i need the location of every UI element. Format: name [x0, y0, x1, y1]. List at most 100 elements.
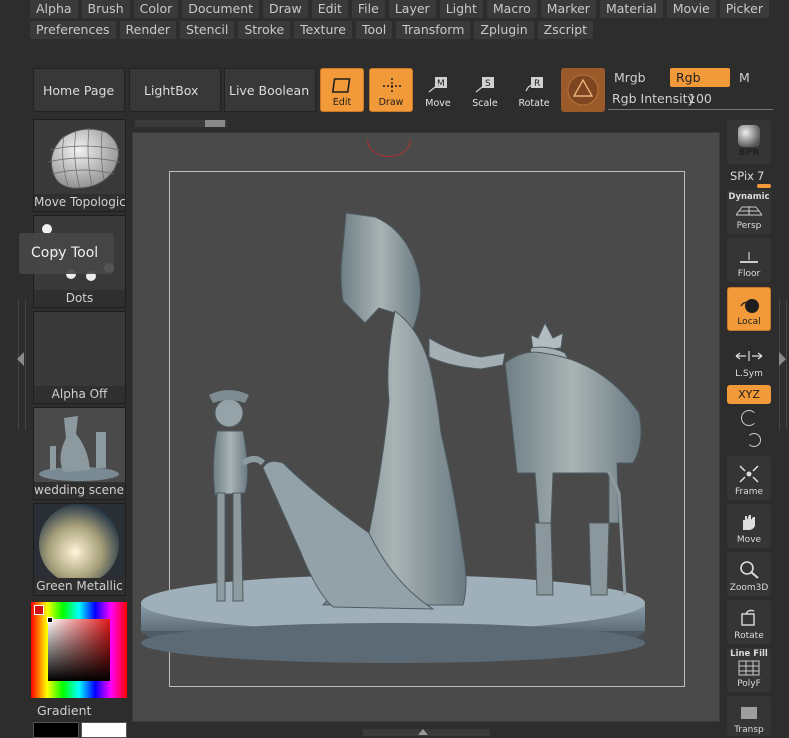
edit-icon	[332, 78, 351, 93]
rotate-icon: R	[525, 77, 543, 92]
menu-movie[interactable]: Movie	[666, 0, 716, 18]
canvas-scroll-indicator[interactable]	[135, 120, 227, 127]
menu-stencil[interactable]: Stencil	[180, 21, 235, 39]
edit-label: Edit	[332, 97, 352, 108]
menu-stroke[interactable]: Stroke	[238, 21, 291, 39]
linefill-label: Line Fill	[730, 649, 768, 659]
menu-material[interactable]: Material	[599, 0, 663, 18]
tool-label: wedding scene t	[34, 482, 125, 499]
menu-marker[interactable]: Marker	[540, 0, 596, 18]
scale-label: Scale	[472, 98, 498, 109]
spix-value: 7	[757, 169, 765, 183]
zoom-icon	[740, 561, 759, 579]
svg-text:R: R	[534, 79, 540, 89]
menu-zscript[interactable]: Zscript	[537, 21, 594, 39]
live-boolean-button[interactable]: Live Boolean	[224, 68, 316, 112]
color-picker-square[interactable]	[48, 619, 110, 681]
gradient-label[interactable]: Gradient	[37, 703, 91, 718]
menu-render[interactable]: Render	[119, 21, 177, 39]
rotate-y-icon[interactable]	[741, 410, 757, 426]
menu-brush[interactable]: Brush	[81, 0, 130, 18]
rgb-intensity-slider[interactable]: Rgb Intensity 100	[608, 89, 773, 110]
frame-label: Frame	[734, 487, 764, 497]
transp-button[interactable]: Transp	[727, 696, 771, 736]
menu-texture[interactable]: Texture	[294, 21, 352, 39]
move-button[interactable]: M Move	[416, 68, 460, 112]
move-label: Move	[425, 98, 451, 109]
menu-macro[interactable]: Macro	[486, 0, 537, 18]
persp-label: Persp	[736, 221, 762, 231]
material-slot[interactable]: Green Metallic	[33, 503, 126, 596]
menu-alpha[interactable]: Alpha	[30, 0, 78, 18]
floor-icon	[740, 252, 758, 263]
menu-light[interactable]: Light	[439, 0, 483, 18]
brush-label: Move Topological	[34, 194, 125, 211]
menu-transform[interactable]: Transform	[396, 21, 471, 39]
color-picker-cursor[interactable]	[47, 617, 53, 623]
alpha-slot[interactable]: Alpha Off	[33, 311, 126, 404]
green-metallic-sphere-icon	[34, 504, 125, 580]
bpr-button[interactable]: BPR	[727, 120, 771, 164]
local-button[interactable]: Local	[727, 287, 771, 331]
dynamic-label: Dynamic	[728, 192, 770, 202]
move-icon: M	[428, 77, 447, 93]
right-tray-arrow-icon[interactable]	[779, 352, 786, 366]
tool-slot[interactable]: wedding scene t	[33, 407, 126, 500]
brush-slot[interactable]: Move Topological	[33, 119, 126, 212]
bpr-sphere-icon	[738, 125, 760, 147]
floor-button[interactable]: Floor	[727, 238, 771, 282]
menu-tool[interactable]: Tool	[355, 21, 393, 39]
bpr-label: BPR	[738, 148, 760, 158]
draw-label: Draw	[378, 97, 404, 108]
rotate-view-button[interactable]: Rotate	[727, 600, 771, 644]
menu-document[interactable]: Document	[182, 0, 260, 18]
menu-draw[interactable]: Draw	[263, 0, 308, 18]
alpha-label: Alpha Off	[34, 386, 125, 403]
color-picker-marker[interactable]	[34, 605, 44, 615]
rotate-button[interactable]: R Rotate	[512, 68, 556, 112]
move-view-label: Move	[736, 535, 762, 545]
frame-button[interactable]: Frame	[727, 456, 771, 500]
lsym-button[interactable]: L.Sym	[727, 338, 771, 382]
color-picker[interactable]	[31, 602, 127, 698]
wedding-scene-model[interactable]	[133, 133, 721, 723]
rgb-intensity-label: Rgb Intensity	[612, 91, 695, 106]
scale-button[interactable]: S Scale	[463, 68, 507, 112]
xyz-button[interactable]: XYZ	[727, 385, 771, 404]
menu-file[interactable]: File	[351, 0, 385, 18]
lsym-icon	[735, 351, 763, 361]
move-view-button[interactable]: Move	[727, 504, 771, 548]
rotate-view-label: Rotate	[734, 631, 764, 641]
rotate-label: Rotate	[518, 98, 550, 109]
mrgb-button[interactable]: Mrgb	[608, 68, 668, 87]
persp-button[interactable]: Dynamic Persp	[727, 190, 771, 234]
polyf-grid-icon	[738, 660, 760, 676]
rgb-button[interactable]: Rgb	[670, 68, 730, 87]
spix-slider-fill	[757, 184, 771, 188]
menu-preferences[interactable]: Preferences	[30, 21, 116, 39]
material-swatch-button[interactable]	[561, 68, 605, 112]
spix-slider[interactable]: SPix 7	[727, 168, 771, 188]
canvas-scroll-thumb[interactable]	[205, 120, 225, 127]
document-canvas[interactable]	[132, 132, 720, 722]
m-button[interactable]: M	[733, 68, 773, 87]
home-page-button[interactable]: Home Page	[33, 68, 125, 112]
polyf-label: PolyF	[737, 679, 761, 689]
menu-edit[interactable]: Edit	[311, 0, 348, 18]
menu-picker[interactable]: Picker	[719, 0, 769, 18]
edit-button[interactable]: Edit	[320, 68, 364, 112]
lightbox-button[interactable]: LightBox	[129, 68, 221, 112]
scale-icon: S	[475, 77, 494, 93]
stroke-label: Dots	[34, 290, 125, 307]
menu-color[interactable]: Color	[133, 0, 179, 18]
zoom3d-button[interactable]: Zoom3D	[727, 552, 771, 596]
polyf-button[interactable]: Line Fill PolyF	[727, 648, 771, 692]
floor-label: Floor	[737, 269, 761, 279]
draw-button[interactable]: Draw	[369, 68, 413, 112]
left-tray-arrow-icon[interactable]	[17, 352, 24, 366]
rotate-view-icon	[741, 609, 755, 626]
canvas-bottom-scroll-handle[interactable]	[363, 729, 490, 736]
menu-layer[interactable]: Layer	[388, 0, 436, 18]
rotate-z-icon[interactable]	[747, 433, 761, 447]
menu-zplugin[interactable]: Zplugin	[474, 21, 534, 39]
